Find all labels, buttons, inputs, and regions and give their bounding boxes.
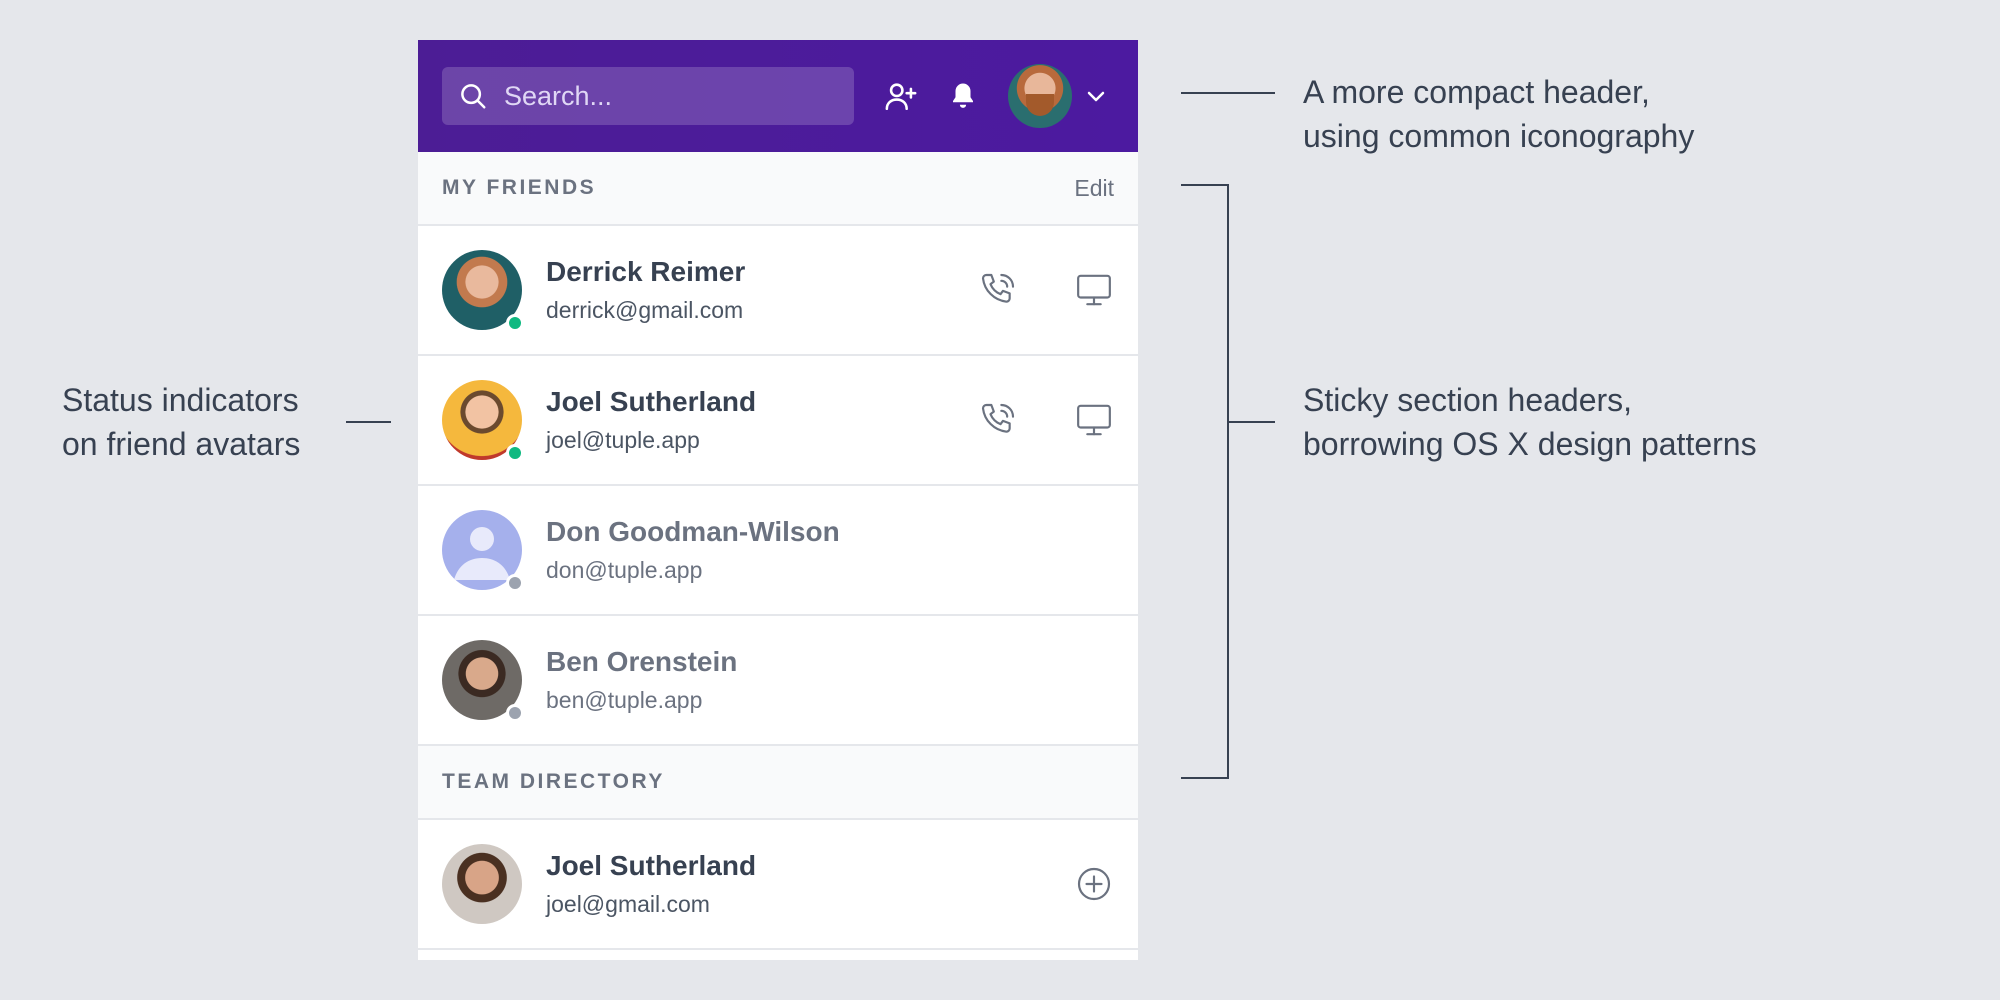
section-title: MY FRIENDS — [442, 176, 597, 199]
app-header — [418, 40, 1138, 152]
friend-email: derrick@gmail.com — [546, 297, 744, 323]
edit-button[interactable]: Edit — [1074, 175, 1114, 202]
avatar — [442, 640, 524, 722]
status-note-line-2: on friend avatars — [62, 426, 301, 462]
plus-circle-icon — [1077, 867, 1111, 901]
search-box[interactable] — [442, 67, 854, 125]
search-icon — [461, 84, 486, 109]
status-note-connector — [346, 421, 391, 423]
section-title: TEAM DIRECTORY — [442, 770, 665, 793]
friends-panel: MY FRIENDS Edit Derrick Reimer derrick@g… — [418, 40, 1138, 960]
avatar — [442, 250, 524, 332]
section-header-my-friends: MY FRIENDS Edit — [418, 152, 1138, 226]
header-note-line-2: using common iconography — [1303, 118, 1695, 154]
friend-row[interactable]: Don Goodman-Wilson don@tuple.app — [418, 486, 1138, 616]
friend-email: ben@tuple.app — [546, 687, 703, 713]
friend-row[interactable]: Derrick Reimer derrick@gmail.com — [418, 226, 1138, 356]
call-button[interactable] — [978, 400, 1018, 440]
directory-row[interactable]: Joel Sutherland joel@gmail.com — [418, 820, 1138, 950]
avatar — [442, 510, 524, 592]
sticky-note-line-2: borrowing OS X design patterns — [1303, 426, 1757, 462]
sticky-bracket-vertical — [1227, 184, 1229, 779]
friend-name: Don Goodman-Wilson — [546, 516, 840, 547]
add-friend-row-button[interactable] — [1074, 864, 1114, 904]
avatar — [442, 380, 524, 462]
friend-name: Derrick Reimer — [546, 256, 746, 287]
search-input[interactable] — [502, 79, 826, 113]
status-note: Status indicators on friend avatars — [62, 378, 300, 466]
member-name: Joel Sutherland — [546, 850, 757, 881]
friend-name: Joel Sutherland — [546, 386, 757, 417]
monitor-icon — [1077, 404, 1111, 436]
friend-row[interactable]: Joel Sutherland joel@tuple.app — [418, 356, 1138, 486]
user-avatar[interactable] — [1008, 64, 1072, 128]
phone-call-icon — [981, 273, 1015, 303]
status-indicator — [506, 704, 524, 722]
header-note-connector — [1181, 92, 1275, 94]
monitor-icon — [1077, 274, 1111, 306]
screen-share-button[interactable] — [1074, 270, 1114, 310]
section-header-team-directory: TEAM DIRECTORY — [418, 746, 1138, 820]
member-email: joel@gmail.com — [546, 891, 710, 917]
friend-email: don@tuple.app — [546, 557, 703, 583]
add-friend-button[interactable] — [884, 79, 918, 113]
account-menu-button[interactable] — [1084, 84, 1108, 108]
header-note: A more compact header, using common icon… — [1303, 70, 1694, 158]
sticky-note-line-1: Sticky section headers, — [1303, 382, 1633, 418]
avatar — [442, 844, 522, 924]
sticky-bracket-top — [1181, 184, 1229, 186]
call-button[interactable] — [978, 270, 1018, 310]
friend-email: joel@tuple.app — [546, 427, 700, 453]
bell-icon — [953, 83, 973, 108]
friend-row[interactable]: Ben Orenstein ben@tuple.app — [418, 616, 1138, 746]
header-note-line-1: A more compact header, — [1303, 74, 1650, 110]
sticky-bracket-bottom — [1181, 777, 1229, 779]
notifications-button[interactable] — [948, 80, 978, 112]
screen-share-button[interactable] — [1074, 400, 1114, 440]
status-note-line-1: Status indicators — [62, 382, 299, 418]
chevron-down-icon — [1087, 91, 1105, 102]
status-indicator — [506, 574, 524, 592]
status-indicator — [506, 444, 524, 462]
friend-name: Ben Orenstein — [546, 646, 738, 677]
sticky-bracket-tick — [1229, 421, 1275, 423]
sticky-note: Sticky section headers, borrowing OS X d… — [1303, 378, 1757, 466]
add-user-icon — [885, 83, 917, 111]
phone-call-icon — [981, 403, 1015, 433]
status-indicator — [506, 314, 524, 332]
